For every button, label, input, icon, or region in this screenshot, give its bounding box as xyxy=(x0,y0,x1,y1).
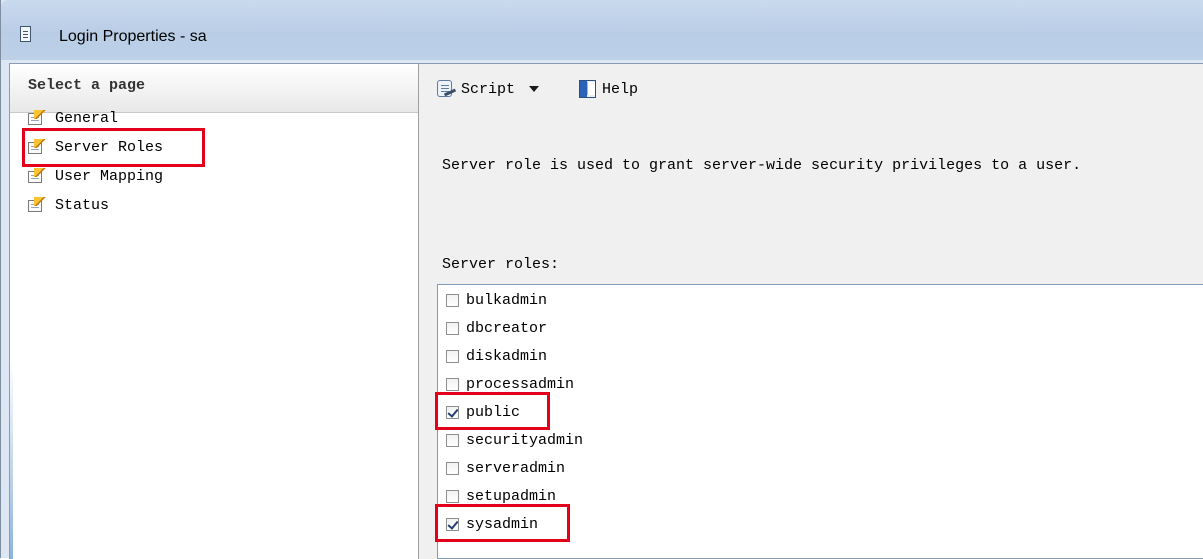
chevron-down-icon[interactable] xyxy=(529,86,540,92)
highlight-box-public xyxy=(435,392,550,430)
script-button[interactable]: Script xyxy=(435,78,540,100)
help-button[interactable]: Help xyxy=(578,78,638,100)
select-page-panel: Select a page General Server Roles User … xyxy=(10,64,419,559)
role-row-diskadmin[interactable]: diskadmin xyxy=(446,343,547,369)
role-label: bulkadmin xyxy=(466,291,548,309)
dialog-client-area: Select a page General Server Roles User … xyxy=(9,63,1203,559)
role-row-serveradmin[interactable]: serveradmin xyxy=(446,455,565,481)
page-icon xyxy=(28,197,46,213)
role-checkbox[interactable] xyxy=(446,461,459,475)
page-icon xyxy=(28,168,46,184)
nav-item-user-mapping[interactable]: User Mapping xyxy=(28,165,163,187)
nav-item-label: User Mapping xyxy=(55,167,164,185)
nav-item-status[interactable]: Status xyxy=(28,194,109,216)
window-title: Login Properties - sa xyxy=(59,28,207,45)
role-label: diskadmin xyxy=(466,347,548,365)
role-row-dbcreator[interactable]: dbcreator xyxy=(446,315,547,341)
role-label: serveradmin xyxy=(466,459,566,477)
role-checkbox[interactable] xyxy=(446,433,459,447)
highlight-box-server-roles xyxy=(22,128,205,167)
select-page-header: Select a page xyxy=(10,64,418,113)
role-label: processadmin xyxy=(466,375,575,393)
toolbar: Script Help xyxy=(419,64,1203,112)
panel-edge xyxy=(10,64,13,559)
role-label: securityadmin xyxy=(466,431,584,449)
role-checkbox[interactable] xyxy=(446,349,459,363)
role-row-securityadmin[interactable]: securityadmin xyxy=(446,427,583,453)
role-checkbox[interactable] xyxy=(446,489,459,503)
server-roles-list[interactable]: bulkadmin dbcreator diskadmin processadm… xyxy=(435,284,1203,559)
help-label: Help xyxy=(602,80,639,98)
script-label: Script xyxy=(461,80,516,98)
role-checkbox[interactable] xyxy=(446,293,459,307)
login-properties-window: Login Properties - sa Select a page Gene… xyxy=(0,0,1203,559)
role-row-bulkadmin[interactable]: bulkadmin xyxy=(446,287,547,313)
page-icon xyxy=(28,110,46,126)
highlight-box-sysadmin xyxy=(435,504,570,542)
nav-item-general[interactable]: General xyxy=(28,107,118,129)
role-checkbox[interactable] xyxy=(446,377,459,391)
title-bar[interactable]: Login Properties - sa xyxy=(1,0,1203,60)
select-page-label: Select a page xyxy=(28,77,146,94)
role-label: dbcreator xyxy=(466,319,548,337)
script-icon xyxy=(435,79,457,99)
help-icon xyxy=(578,79,598,99)
server-roles-label: Server roles: xyxy=(442,256,560,273)
page-description: Server role is used to grant server-wide… xyxy=(442,157,1082,174)
nav-item-label: General xyxy=(55,109,119,127)
role-label: setupadmin xyxy=(466,487,557,505)
nav-item-label: Status xyxy=(55,196,110,214)
window-icon xyxy=(20,26,31,42)
role-checkbox[interactable] xyxy=(446,321,459,335)
server-roles-page: Script Help Server role is used to grant… xyxy=(419,64,1203,559)
